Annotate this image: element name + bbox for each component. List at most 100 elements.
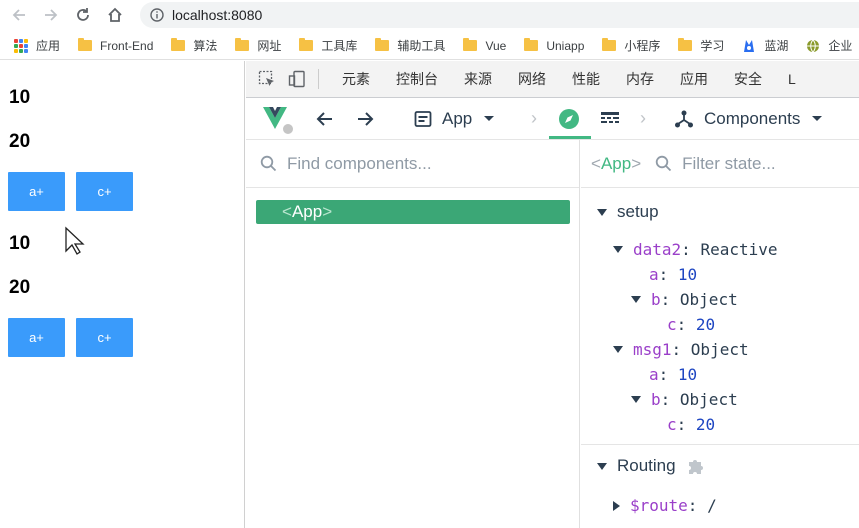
home-button[interactable]	[104, 4, 126, 26]
bookmark-mini-program[interactable]: 小程序	[602, 37, 660, 54]
state-row-msg1[interactable]: msg1: Object	[613, 340, 749, 359]
history-forward-button[interactable]	[356, 98, 374, 139]
app-selector[interactable]: App	[414, 98, 495, 139]
arrow-right-icon	[45, 9, 58, 21]
value-b-display: 20	[9, 131, 31, 152]
c-plus-button-2[interactable]: c+	[76, 318, 133, 357]
setup-section-toggle[interactable]: setup	[597, 202, 659, 222]
forward-button[interactable]	[40, 4, 62, 26]
mouse-cursor-icon	[65, 226, 85, 255]
reload-icon	[77, 8, 89, 21]
selected-component-tag: <App>	[591, 153, 642, 173]
routing-section-toggle[interactable]: Routing	[597, 456, 706, 476]
bookmark-lanhu[interactable]: 蓝湖	[742, 37, 788, 54]
folder-icon	[375, 38, 390, 51]
bookmark-vue[interactable]: Vue	[463, 38, 506, 53]
tab-application[interactable]: 应用	[680, 69, 708, 89]
tab-security[interactable]: 安全	[734, 69, 762, 89]
folder-icon	[463, 38, 478, 51]
vue-devtools-toolbar: App › › Components	[246, 98, 859, 140]
globe-icon	[807, 39, 820, 52]
bookmark-apps[interactable]: 应用	[14, 37, 60, 54]
bookmark-front-end[interactable]: Front-End	[78, 38, 153, 53]
section-divider	[581, 444, 859, 445]
component-state-pane: <App> setup data2: Reactive a: 10 b: Obj…	[581, 140, 859, 528]
inspect-element-button[interactable]	[252, 64, 282, 94]
browser-toolbar: localhost:8080	[0, 0, 859, 30]
state-row-data2[interactable]: data2: Reactive	[613, 240, 778, 259]
bookmark-websites[interactable]: 网址	[235, 37, 281, 54]
timeline-button[interactable]	[600, 98, 620, 139]
apps-grid-icon	[14, 38, 28, 53]
triangle-down-icon	[631, 396, 641, 403]
inspector-button[interactable]	[558, 98, 580, 139]
triangle-down-icon	[597, 462, 607, 470]
bookmark-algorithms[interactable]: 算法	[171, 37, 217, 54]
chevron-down-icon	[812, 116, 823, 121]
url-text: localhost:8080	[172, 7, 263, 23]
app-viewport: 10 20 a+ c+ 10 20 a+ c+	[0, 61, 245, 528]
tab-lighthouse[interactable]: L	[788, 71, 796, 87]
arrow-left-icon	[316, 111, 332, 126]
devtools-tab-bar: 元素 控制台 来源 网络 性能 内存 应用 安全 L	[246, 61, 859, 98]
state-row-data2-b-c[interactable]: c: 20	[667, 315, 715, 334]
arrow-right-icon	[358, 111, 374, 126]
folder-icon	[171, 38, 186, 51]
tab-network[interactable]: 网络	[518, 69, 546, 89]
device-toolbar-button[interactable]	[282, 64, 312, 94]
chevron-right-icon: ›	[640, 108, 646, 128]
search-icon	[655, 155, 672, 172]
state-row-msg1-b[interactable]: b: Object	[631, 390, 738, 409]
vue-logo-icon	[263, 106, 293, 134]
state-row-data2-a[interactable]: a: 10	[649, 265, 697, 284]
info-icon[interactable]	[150, 8, 164, 22]
tab-performance[interactable]: 性能	[572, 69, 600, 89]
app-selector-label: App	[442, 108, 473, 128]
state-row-msg1-b-c[interactable]: c: 20	[667, 415, 715, 434]
chevron-right-icon: ›	[531, 108, 537, 128]
history-back-button[interactable]	[316, 98, 334, 139]
component-search-input[interactable]	[287, 153, 537, 174]
triangle-right-icon	[613, 500, 620, 511]
folder-icon	[678, 38, 693, 51]
devtools-panel: 元素 控制台 来源 网络 性能 内存 应用 安全 L App › › Compo…	[246, 61, 859, 528]
component-search-row	[246, 140, 579, 188]
window-icon	[414, 110, 432, 127]
triangle-down-icon	[631, 296, 641, 303]
c-plus-button[interactable]: c+	[76, 172, 133, 211]
folder-icon	[78, 38, 93, 51]
bookmark-enterprise[interactable]: 企业	[806, 37, 852, 54]
value-a-display: 10	[9, 87, 31, 108]
state-row-msg1-a[interactable]: a: 10	[649, 365, 697, 384]
state-row-route[interactable]: $route: /	[613, 496, 717, 515]
tab-sources[interactable]: 来源	[464, 69, 492, 89]
puzzle-icon	[688, 460, 703, 474]
bookmark-helper-tools[interactable]: 辅助工具	[375, 37, 445, 54]
tab-elements[interactable]: 元素	[342, 69, 370, 89]
tree-node-app[interactable]: < App >	[256, 200, 570, 224]
bookmark-study[interactable]: 学习	[678, 37, 724, 54]
inspect-icon	[258, 70, 274, 86]
back-button[interactable]	[8, 4, 30, 26]
bookmark-tool-libraries[interactable]: 工具库	[299, 37, 357, 54]
component-tree-icon	[675, 110, 693, 127]
a-plus-button[interactable]: a+	[8, 172, 65, 211]
bookmark-uniapp[interactable]: Uniapp	[524, 38, 584, 53]
components-selector[interactable]: Components	[674, 98, 823, 139]
inspector-panes: <App> <App> setup data2: Reactive a: 10	[246, 140, 859, 528]
tab-memory[interactable]: 内存	[626, 69, 654, 89]
value-b-display-2: 20	[9, 277, 31, 298]
address-bar[interactable]: localhost:8080	[140, 2, 859, 28]
state-row-data2-b[interactable]: b: Object	[631, 290, 738, 309]
timeline-icon	[601, 111, 619, 123]
reload-button[interactable]	[72, 4, 94, 26]
lanhu-icon	[744, 39, 755, 52]
triangle-down-icon	[597, 208, 607, 216]
state-filter-input[interactable]	[682, 153, 833, 174]
device-icon	[288, 70, 305, 88]
triangle-down-icon	[613, 346, 623, 353]
triangle-down-icon	[613, 246, 623, 253]
tab-console[interactable]: 控制台	[396, 69, 438, 89]
a-plus-button-2[interactable]: a+	[8, 318, 65, 357]
search-icon	[260, 155, 277, 172]
